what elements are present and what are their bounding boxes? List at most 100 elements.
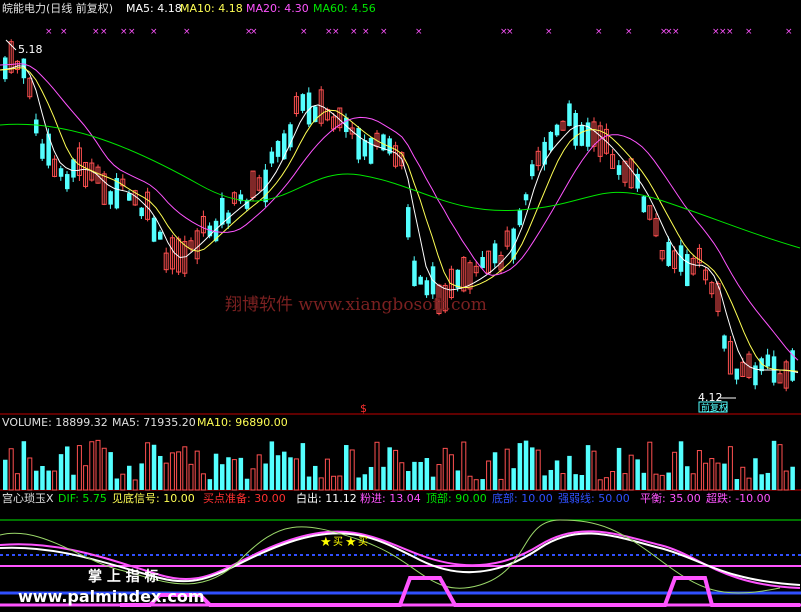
candle-body <box>666 241 671 266</box>
volume-bar <box>517 443 523 490</box>
volume-bar <box>313 465 318 490</box>
volume-bar <box>610 471 616 491</box>
volume-bar <box>250 468 256 491</box>
volume-bar <box>127 465 132 490</box>
volume-ma10-label: MA10: 96890.00 <box>197 416 288 429</box>
volume-ma5-label: MA5: 71935.20 <box>112 416 196 429</box>
volume-bar <box>362 474 368 490</box>
candle-body <box>158 231 163 240</box>
candle-body <box>424 280 430 296</box>
volume-bar <box>207 479 213 490</box>
volume-bar <box>108 452 113 490</box>
signal-x-marker: × <box>672 27 680 37</box>
signal-x-marker: × <box>100 27 108 37</box>
volume-bar <box>777 444 783 491</box>
volume-bar <box>461 441 467 491</box>
volume-bar <box>120 473 126 491</box>
volume-bar <box>393 449 399 491</box>
signal-x-marker: × <box>726 27 734 37</box>
volume-bar <box>306 476 312 490</box>
volume-bar <box>65 446 70 490</box>
volume-bar <box>226 457 231 490</box>
signal-x-marker: × <box>380 27 388 37</box>
candle-body <box>517 209 523 226</box>
volume-bar <box>498 478 504 491</box>
candle-body <box>579 124 585 146</box>
volume-bar <box>740 466 746 491</box>
volume-bar <box>734 479 740 490</box>
candle-body <box>406 207 411 238</box>
volume-bar <box>666 472 671 490</box>
volume-bar <box>473 479 479 491</box>
volume-bar <box>641 472 647 490</box>
candle-body <box>220 197 225 225</box>
volume-bar <box>591 450 597 491</box>
volume-bar <box>759 474 764 490</box>
dingbu-label: 顶部: 90.00 <box>426 491 487 505</box>
signal-markers-row: × × × × × × × × ×× × × × × × × × ×× × × × ×× × × × × × × <box>45 27 793 37</box>
signal-x-marker: × <box>595 27 603 37</box>
candle-body <box>46 133 51 166</box>
candle-body <box>65 174 70 190</box>
volume-bar <box>238 457 244 490</box>
candle-body <box>554 124 560 136</box>
volume-bar <box>480 479 485 490</box>
candle-body <box>269 151 275 164</box>
candle-body <box>127 193 132 201</box>
ma60-line <box>0 123 801 249</box>
volume-bar <box>76 445 82 491</box>
volume-bar <box>132 479 138 491</box>
volume-bar <box>40 465 45 490</box>
volume-bar <box>71 474 76 490</box>
signal-x-marker: × <box>128 27 136 37</box>
volume-bar <box>722 463 727 490</box>
volume-bar <box>504 448 510 491</box>
candle-body <box>480 257 485 269</box>
candle-body <box>108 191 113 205</box>
volume-bar <box>412 461 417 490</box>
candle-body <box>300 94 306 111</box>
candle-body <box>641 196 647 213</box>
signal-x-marker: × <box>250 27 258 37</box>
volume-bar <box>685 466 690 490</box>
moving-average-lines <box>0 63 801 374</box>
volume-bar <box>628 454 634 491</box>
volume-bar <box>579 475 585 490</box>
volume-bar <box>324 458 330 491</box>
volume-bar <box>194 450 200 491</box>
volume-bar <box>349 449 355 491</box>
signal-x-marker: × <box>506 27 514 37</box>
signal-x-marker: × <box>120 27 128 37</box>
volume-bar <box>182 446 188 491</box>
buy-star-2: ★ <box>345 535 357 550</box>
candle-body <box>412 260 417 287</box>
volume-bar <box>293 458 299 491</box>
volume-bar <box>442 447 448 491</box>
candle-body <box>368 137 374 164</box>
signal-x-marker: × <box>92 27 100 37</box>
signal-x-marker: × <box>332 27 340 37</box>
volume-bar <box>622 473 628 491</box>
candle-body <box>71 159 76 178</box>
qiangruo-label: 强弱线: 50.00 <box>558 491 630 505</box>
volume-bar <box>89 441 95 491</box>
buy-signal-1: 买 <box>333 536 343 548</box>
volume-bar <box>585 445 591 490</box>
volume-bar <box>95 439 101 491</box>
volume-bar <box>387 447 392 490</box>
signal-x-marker: × <box>415 27 423 37</box>
candle-body <box>722 335 727 349</box>
signal-x-marker: × <box>350 27 358 37</box>
candle-body <box>356 127 361 160</box>
volume-bar <box>603 477 609 491</box>
volume-bar <box>34 470 39 490</box>
volume-bar <box>542 475 547 490</box>
volume-bar <box>448 454 454 491</box>
volume-bar <box>573 474 578 490</box>
volume-bar <box>374 441 380 491</box>
ma10-label: MA10: 4.18 <box>180 2 243 15</box>
volume-bar <box>548 469 554 490</box>
ma20-line <box>0 63 799 361</box>
volume-bar <box>492 452 498 490</box>
candle-body <box>40 143 45 159</box>
